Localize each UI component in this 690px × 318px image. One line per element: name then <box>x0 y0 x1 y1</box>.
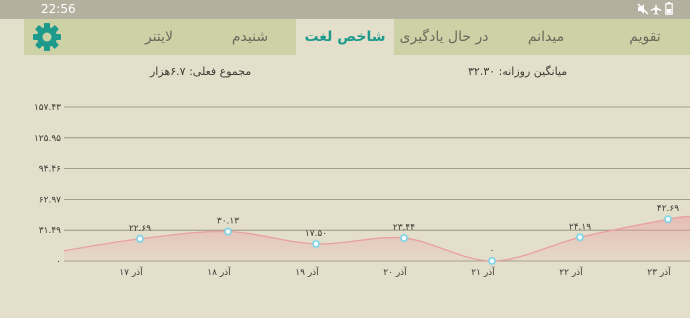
x-tick-label: ۲۰ آذر <box>383 266 407 278</box>
x-tick-label: ۲۲ آذر <box>559 266 583 278</box>
y-tick-label: ۰ <box>56 257 61 267</box>
daily-average: میانگین روزانه: ۳۲.۳۰ <box>468 65 568 78</box>
status-bar: 22:56 <box>0 0 690 19</box>
battery-icon <box>665 2 673 15</box>
tab-leitner[interactable]: لایتنر <box>114 19 204 55</box>
data-label: ۴۲.۶۹ <box>657 204 679 214</box>
tab-heard[interactable]: شنیدم <box>210 19 290 55</box>
tab-known[interactable]: میدانم <box>498 19 594 55</box>
y-tick-label: ۱۲۵.۹۵ <box>34 134 61 144</box>
data-label: ۰ <box>490 246 495 256</box>
x-tick-label: ۲۳ آذر <box>647 266 671 278</box>
y-tick-label: ۳۱.۴۹ <box>39 226 61 236</box>
data-point[interactable] <box>312 240 320 248</box>
data-label: ۲۲.۶۹ <box>129 224 151 234</box>
x-tick-label: ۱۸ آذر <box>207 266 231 278</box>
data-label: ۳۰.۱۳ <box>217 217 239 227</box>
data-point[interactable] <box>576 233 584 241</box>
tab-word-index[interactable]: شاخص لغت <box>296 19 394 55</box>
gear-icon <box>33 23 61 51</box>
status-time: 22:56 <box>41 2 76 16</box>
data-point[interactable] <box>224 228 232 235</box>
muted-icon <box>637 3 649 15</box>
tab-calendar[interactable]: تقویم <box>600 19 690 55</box>
data-point[interactable] <box>488 257 496 265</box>
y-tick-label: ۹۴.۴۶ <box>39 165 61 175</box>
tab-bar: تقویم میدانم در حال یادگیری شاخص لغت شنی… <box>24 19 690 55</box>
airplane-mode-icon <box>650 3 662 15</box>
data-point[interactable] <box>400 234 408 242</box>
data-label: ۲۳.۴۴ <box>393 223 415 233</box>
data-label: ۱۷.۵۰ <box>305 229 327 239</box>
data-point[interactable] <box>664 215 672 223</box>
data-label: ۲۴.۱۹ <box>569 222 591 232</box>
x-tick-label: ۱۷ آذر <box>119 266 143 278</box>
x-tick-label: ۱۹ آذر <box>295 266 319 278</box>
current-total: مجموع فعلی: ۶.۷هزار <box>150 65 252 78</box>
tab-learning[interactable]: در حال یادگیری <box>394 19 494 55</box>
word-index-chart: ۰ ۳۱.۴۹ ۶۲.۹۷ ۹۴.۴۶ ۱۲۵.۹۵ ۱۵۷.۴۳ ۲۲.۶۹ ۳۰.۱۳ ۱… <box>34 103 690 278</box>
y-tick-label: ۶۲.۹۷ <box>39 195 61 205</box>
y-tick-label: ۱۵۷.۴۳ <box>34 103 61 113</box>
data-point[interactable] <box>136 235 144 243</box>
settings-button[interactable] <box>30 20 64 54</box>
x-tick-label: ۲۱ آذر <box>471 266 495 278</box>
